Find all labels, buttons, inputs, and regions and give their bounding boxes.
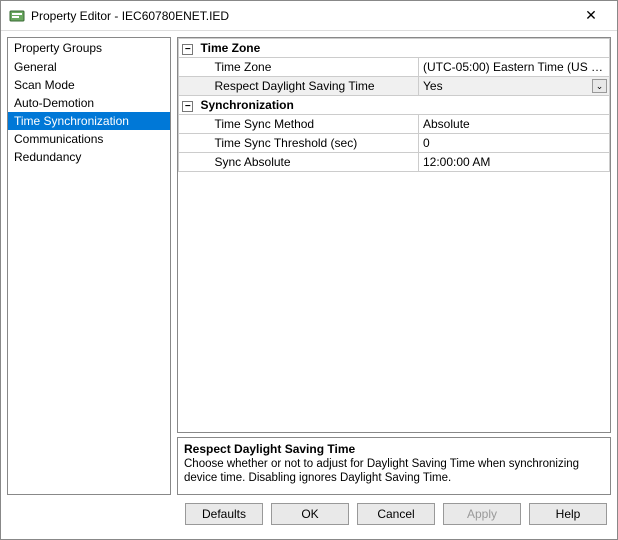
- button-bar: Defaults OK Cancel Apply Help: [1, 501, 617, 533]
- property-grid: − Time Zone Time Zone (UTC-05:00) Easter…: [177, 37, 611, 433]
- group-title: Synchronization: [197, 96, 610, 115]
- row-sync-absolute[interactable]: Sync Absolute 12:00:00 AM: [179, 153, 610, 172]
- close-button[interactable]: ✕: [571, 2, 611, 30]
- property-label: Time Zone: [215, 60, 272, 74]
- group-synchronization[interactable]: − Synchronization: [179, 96, 610, 115]
- property-label: Sync Absolute: [215, 155, 291, 169]
- sidebar-header: Property Groups: [8, 38, 170, 58]
- minus-icon[interactable]: −: [182, 101, 193, 112]
- property-label: Time Sync Method: [215, 117, 315, 131]
- property-value[interactable]: Absolute: [419, 115, 610, 134]
- property-value[interactable]: 12:00:00 AM: [419, 153, 610, 172]
- sidebar: Property Groups General Scan Mode Auto-D…: [7, 37, 171, 495]
- group-title: Time Zone: [197, 39, 610, 58]
- property-label: Time Sync Threshold (sec): [215, 136, 358, 150]
- window-title: Property Editor - IEC60780ENET.IED: [31, 9, 571, 23]
- sidebar-item-redundancy[interactable]: Redundancy: [8, 148, 170, 166]
- description-panel: Respect Daylight Saving Time Choose whet…: [177, 437, 611, 495]
- apply-button: Apply: [443, 503, 521, 525]
- help-button[interactable]: Help: [529, 503, 607, 525]
- chevron-down-icon[interactable]: ⌄: [592, 79, 607, 93]
- group-time-zone[interactable]: − Time Zone: [179, 39, 610, 58]
- sidebar-item-general[interactable]: General: [8, 58, 170, 76]
- sidebar-item-scan-mode[interactable]: Scan Mode: [8, 76, 170, 94]
- content-area: Property Groups General Scan Mode Auto-D…: [1, 31, 617, 501]
- description-title: Respect Daylight Saving Time: [184, 442, 604, 456]
- defaults-button[interactable]: Defaults: [185, 503, 263, 525]
- right-pane: − Time Zone Time Zone (UTC-05:00) Easter…: [177, 37, 611, 495]
- minus-icon[interactable]: −: [182, 44, 193, 55]
- title-bar: Property Editor - IEC60780ENET.IED ✕: [1, 1, 617, 31]
- app-icon: [9, 8, 25, 24]
- property-label: Respect Daylight Saving Time: [215, 79, 375, 93]
- row-respect-dst[interactable]: Respect Daylight Saving Time Yes ⌄: [179, 77, 610, 96]
- cancel-button[interactable]: Cancel: [357, 503, 435, 525]
- property-value[interactable]: (UTC-05:00) Eastern Time (US & Canada): [419, 58, 610, 77]
- ok-button[interactable]: OK: [271, 503, 349, 525]
- sidebar-item-auto-demotion[interactable]: Auto-Demotion: [8, 94, 170, 112]
- close-icon: ✕: [585, 7, 597, 24]
- row-time-sync-method[interactable]: Time Sync Method Absolute: [179, 115, 610, 134]
- property-value[interactable]: Yes ⌄: [419, 77, 610, 96]
- row-time-zone[interactable]: Time Zone (UTC-05:00) Eastern Time (US &…: [179, 58, 610, 77]
- property-value[interactable]: 0: [419, 134, 610, 153]
- property-value-text: Yes: [423, 79, 443, 93]
- row-time-sync-threshold[interactable]: Time Sync Threshold (sec) 0: [179, 134, 610, 153]
- sidebar-item-communications[interactable]: Communications: [8, 130, 170, 148]
- description-text: Choose whether or not to adjust for Dayl…: [184, 457, 604, 486]
- sidebar-item-time-synchronization[interactable]: Time Synchronization: [8, 112, 170, 130]
